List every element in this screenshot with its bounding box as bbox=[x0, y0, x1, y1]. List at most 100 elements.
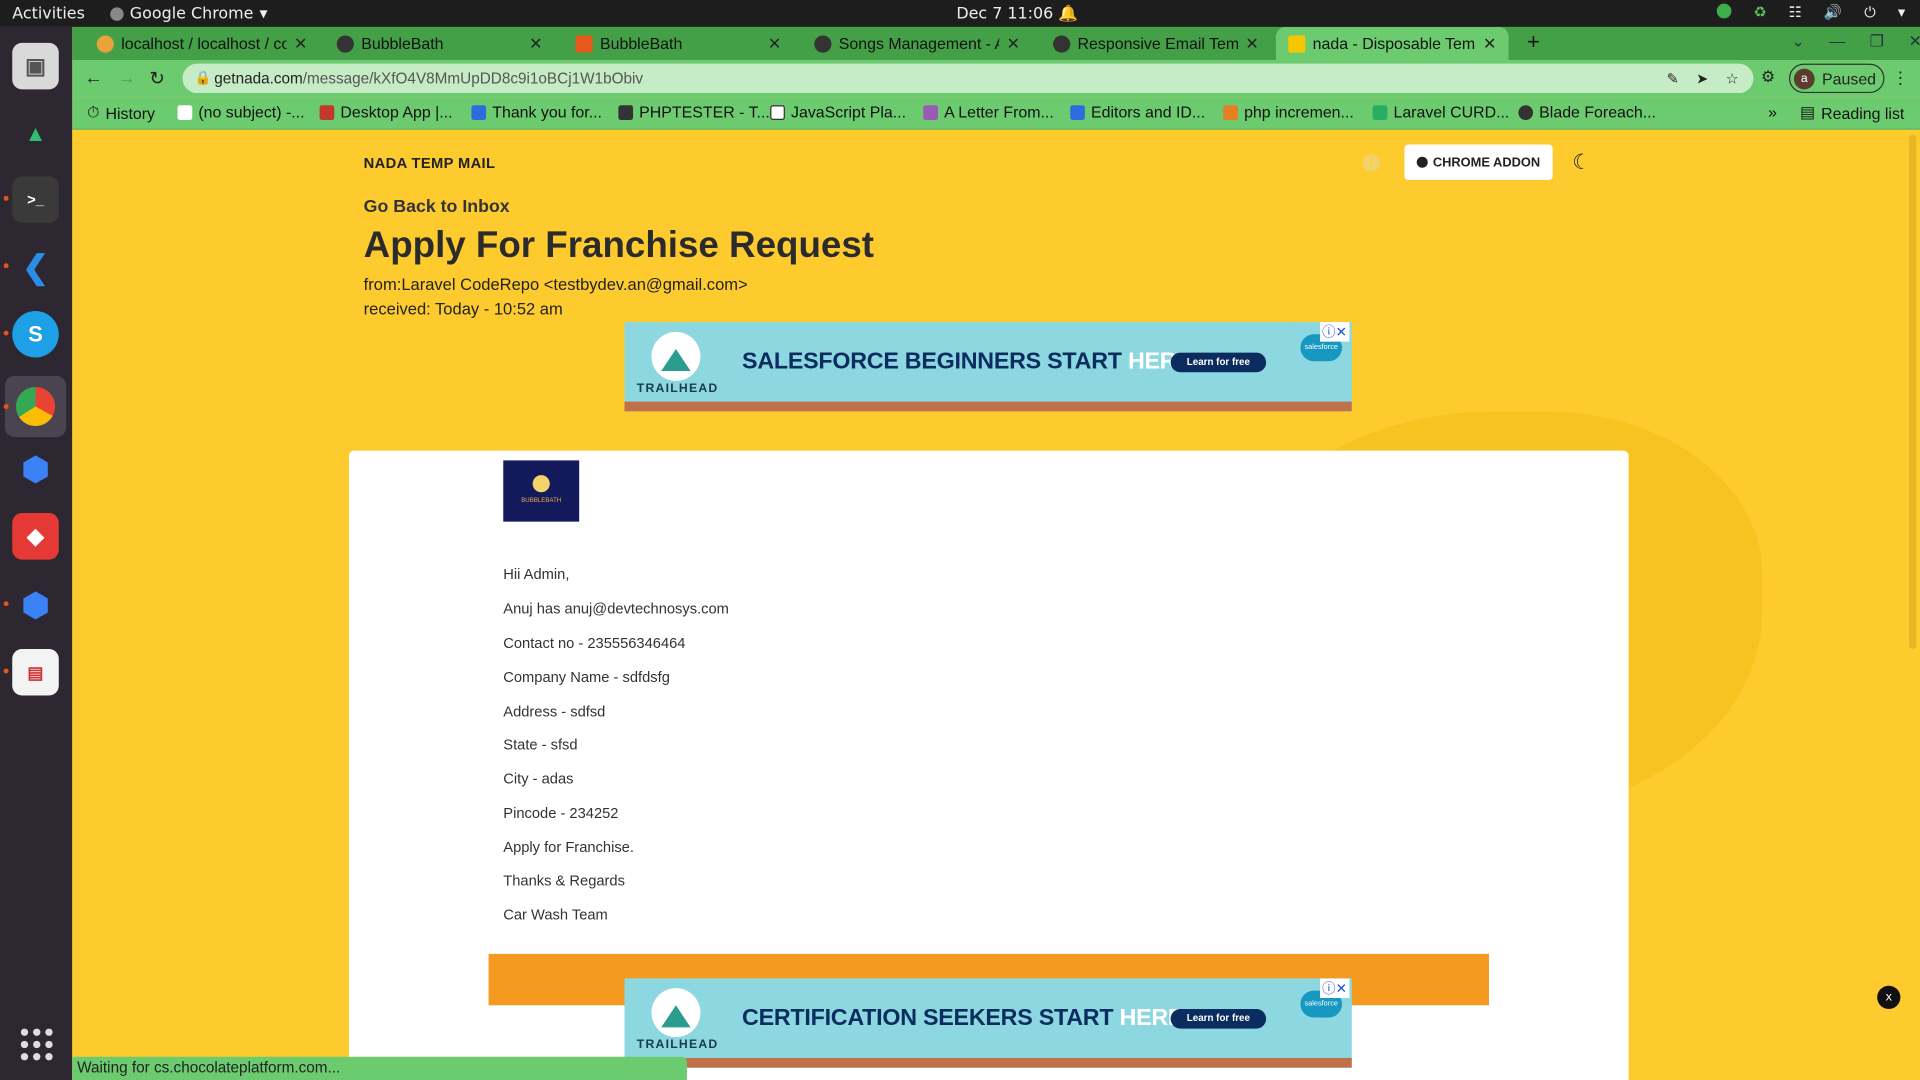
tab-search-icon[interactable]: ⌄ bbox=[1791, 32, 1804, 52]
tab-title: Responsive Email Templat bbox=[1077, 34, 1239, 53]
dark-mode-moon-icon[interactable]: ☾ bbox=[1572, 151, 1591, 175]
bookmark-item[interactable]: Editors and ID... bbox=[1070, 103, 1205, 121]
facebook-icon[interactable]: f bbox=[1362, 154, 1381, 172]
bookmark-item[interactable]: php incremen... bbox=[1223, 103, 1354, 121]
more-bookmarks-icon[interactable]: » bbox=[1768, 103, 1777, 121]
bookmark-icon bbox=[1223, 104, 1238, 120]
files-icon[interactable]: ▣ bbox=[12, 42, 59, 90]
bookmark-icon bbox=[923, 104, 938, 120]
close-tab-icon[interactable]: ✕ bbox=[1483, 34, 1496, 54]
ad-headline-text: CERTIFICATION SEEKERS START bbox=[742, 1005, 1120, 1032]
close-tab-icon[interactable]: ✕ bbox=[529, 34, 542, 54]
email-line: Company Name - sdfdsfg bbox=[503, 668, 670, 686]
reading-list-icon: ▤ bbox=[1800, 102, 1816, 122]
close-tab-icon[interactable]: ✕ bbox=[768, 34, 781, 54]
chevron-down-icon[interactable]: ▾ bbox=[1898, 4, 1905, 22]
bookmark-item[interactable]: JavaScript Pla... bbox=[770, 103, 906, 121]
power-icon[interactable]: ⏻ bbox=[1864, 4, 1876, 22]
bookmark-label: Desktop App |... bbox=[340, 102, 453, 122]
bookmark-item[interactable]: ⏱ History bbox=[87, 103, 155, 123]
dismiss-ad-button[interactable]: x bbox=[1877, 985, 1901, 1009]
extension-tray-icon[interactable] bbox=[1716, 3, 1732, 19]
tab-title: Songs Management - Adm bbox=[838, 34, 1000, 53]
email-line: Apply for Franchise. bbox=[503, 838, 634, 856]
ad-close-icon[interactable]: ⓘ✕ bbox=[1319, 322, 1350, 342]
skype-icon[interactable]: S bbox=[12, 311, 59, 358]
close-tab-icon[interactable]: ✕ bbox=[1007, 34, 1020, 54]
reload-icon[interactable]: ↻ bbox=[149, 67, 164, 90]
tab-title: BubbleBath bbox=[600, 34, 683, 53]
extensions-icon[interactable]: ⚙ bbox=[1761, 67, 1775, 87]
browser-tab[interactable]: Responsive Email Templat ✕ bbox=[1041, 27, 1271, 60]
bookmark-star-icon[interactable]: ☆ bbox=[1726, 64, 1739, 93]
close-tab-icon[interactable]: ✕ bbox=[1245, 34, 1258, 54]
site-brand[interactable]: NADA TEMP MAIL bbox=[364, 154, 496, 171]
new-tab-button[interactable]: + bbox=[1527, 29, 1540, 55]
back-arrow-icon[interactable]: ← bbox=[84, 67, 102, 88]
network-icon[interactable]: ☷ bbox=[1789, 4, 1802, 22]
app-icon[interactable]: ⬢ bbox=[12, 445, 59, 493]
ad-cta-button[interactable]: Learn for free bbox=[1170, 1008, 1267, 1029]
send-icon[interactable]: ➤ bbox=[1696, 64, 1708, 93]
more-menu-icon[interactable]: ⋮ bbox=[1892, 67, 1909, 88]
close-tab-icon[interactable]: ✕ bbox=[294, 34, 307, 54]
volume-icon[interactable]: 🔊 bbox=[1824, 4, 1842, 22]
running-indicator bbox=[3, 263, 9, 269]
browser-tab[interactable]: BubbleBath ✕ bbox=[324, 27, 554, 60]
app-icon[interactable]: ⬢ bbox=[12, 581, 59, 629]
clock[interactable]: Dec 7 11:06 🔔 bbox=[956, 5, 1078, 23]
vertical-scrollbar[interactable] bbox=[1905, 129, 1920, 1080]
favicon-icon bbox=[1288, 34, 1306, 53]
vscode-icon[interactable]: ❮ bbox=[12, 243, 59, 291]
bookmark-item[interactable]: Desktop App |... bbox=[319, 102, 453, 122]
forward-arrow-icon[interactable]: → bbox=[118, 67, 136, 88]
running-indicator bbox=[3, 404, 9, 409]
tab-title: nada - Disposable Temp E bbox=[1312, 34, 1476, 53]
ad-image-strip bbox=[624, 1057, 1352, 1068]
trailhead-logo-icon bbox=[651, 331, 701, 381]
system-tray[interactable]: ♻ ☷ 🔊 ⏻ ▾ bbox=[1716, 3, 1905, 22]
show-apps-icon[interactable] bbox=[20, 1028, 53, 1061]
browser-tab[interactable]: Songs Management - Adm ✕ bbox=[802, 27, 1032, 60]
terminal-icon[interactable]: >_ bbox=[12, 176, 59, 223]
sync-tray-icon[interactable]: ♻ bbox=[1753, 4, 1766, 22]
maximize-button[interactable]: ❐ bbox=[1870, 32, 1884, 52]
trailhead-logo-icon bbox=[651, 988, 701, 1038]
reading-list-button[interactable]: ▤ Reading list bbox=[1800, 103, 1904, 123]
bookmark-item[interactable]: PHPTESTER - T... bbox=[618, 103, 770, 121]
back-to-inbox-link[interactable]: Go Back to Inbox bbox=[364, 197, 510, 217]
translate-icon[interactable]: ✎ bbox=[1667, 64, 1679, 93]
document-viewer-icon[interactable]: ▤ bbox=[12, 648, 59, 696]
chrome-dock-icon[interactable] bbox=[4, 375, 67, 438]
advertisement-banner[interactable]: TRAILHEAD CERTIFICATION SEEKERS START HE… bbox=[624, 978, 1352, 1068]
browser-tab-active[interactable]: nada - Disposable Temp E ✕ bbox=[1275, 26, 1509, 61]
bookmark-label: (no subject) -... bbox=[198, 102, 305, 122]
browser-tab[interactable]: BubbleBath ✕ bbox=[563, 27, 793, 60]
anydesk-icon[interactable]: ◆ bbox=[12, 513, 59, 560]
bookmark-item[interactable]: A Letter From... bbox=[923, 103, 1054, 121]
chrome-addon-button[interactable]: CHROME ADDON bbox=[1404, 144, 1553, 181]
bookmark-item[interactable]: (no subject) -... bbox=[177, 102, 305, 122]
browser-tab[interactable]: localhost / localhost / cor ✕ bbox=[84, 27, 319, 60]
profile-button[interactable]: a Paused bbox=[1788, 63, 1885, 94]
bookmark-label: Laravel CURD... bbox=[1393, 102, 1510, 122]
close-window-button[interactable]: ✕ bbox=[1908, 32, 1920, 52]
window-controls: ⌄ — ❐ ✕ bbox=[1791, 32, 1920, 52]
bookmark-item[interactable]: Laravel CURD... bbox=[1372, 102, 1510, 122]
bookmark-item[interactable]: Blade Foreach... bbox=[1518, 103, 1656, 121]
ad-cta-button[interactable]: Learn for free bbox=[1170, 352, 1267, 373]
activities-button[interactable]: Activities bbox=[12, 5, 85, 23]
bookmark-icon bbox=[1518, 104, 1534, 120]
rocket-icon[interactable]: ▲ bbox=[12, 110, 59, 157]
favicon-icon bbox=[96, 34, 114, 53]
ad-brand: TRAILHEAD bbox=[636, 382, 719, 396]
ad-close-icon[interactable]: ⓘ✕ bbox=[1319, 978, 1350, 998]
advertisement-banner[interactable]: TRAILHEAD SALESFORCE BEGINNERS START HER… bbox=[624, 322, 1352, 412]
history-icon: ⏱ bbox=[86, 102, 100, 122]
app-menu[interactable]: Google Chrome ▾ bbox=[110, 5, 268, 23]
bookmark-item[interactable]: Thank you for... bbox=[471, 103, 602, 121]
email-received: received: Today - 10:52 am bbox=[363, 300, 563, 319]
tab-title: localhost / localhost / cor bbox=[121, 34, 287, 53]
minimize-button[interactable]: — bbox=[1829, 32, 1845, 52]
address-bar[interactable]: 🔒 getnada.com/message/kXfO4V8MmUpDD8c9i1… bbox=[182, 63, 1754, 94]
